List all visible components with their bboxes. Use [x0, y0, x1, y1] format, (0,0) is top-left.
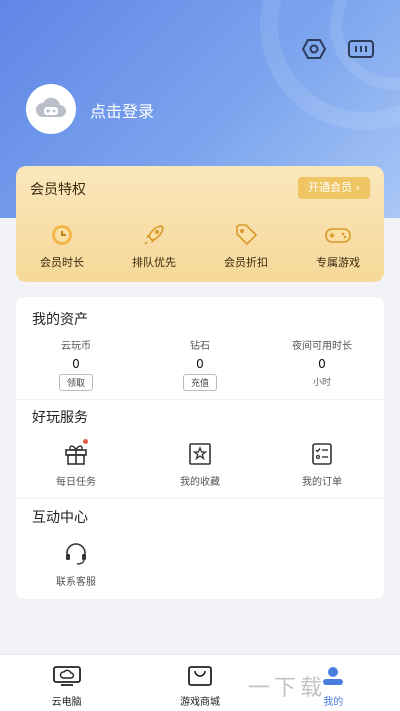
service-label: 联系客服 [56, 577, 96, 588]
gift-icon [65, 445, 87, 465]
divider [16, 399, 384, 400]
daily-task-button[interactable]: 每日任务 [26, 439, 126, 488]
asset-diamonds: 钻石 0 充值 [150, 337, 250, 391]
customer-service-button[interactable]: 联系客服 [26, 541, 126, 588]
service-label: 我的收藏 [180, 477, 220, 488]
assets-title: 我的资产 [32, 312, 88, 328]
open-vip-button[interactable]: 开通会员 › [298, 177, 370, 199]
vip-item-games[interactable]: 专属游戏 [292, 222, 384, 270]
services-title: 好玩服务 [32, 410, 88, 426]
tab-label: 游戏商城 [179, 697, 220, 708]
shop-icon [188, 666, 212, 686]
asset-unit: 小时 [312, 378, 331, 388]
vip-privilege-card: 会员特权 开通会员 › 会员时长 排队优先 会员折扣 专属游戏 [16, 166, 384, 282]
vip-item-label: 专属游戏 [316, 256, 360, 269]
service-label: 我的订单 [302, 477, 342, 488]
vip-title: 会员特权 [30, 182, 86, 198]
vip-item-label: 排队优先 [132, 256, 176, 269]
vip-item-discount[interactable]: 会员折扣 [200, 222, 292, 270]
avatar[interactable] [26, 84, 76, 134]
open-vip-label: 开通会员 [308, 181, 353, 194]
asset-night-time: 夜间可用时长 0 小时 [272, 337, 372, 388]
tab-label: 我的 [323, 697, 344, 708]
tab-cloud-pc[interactable]: 云电脑 [0, 655, 133, 711]
recharge-button[interactable]: 充值 [182, 374, 217, 391]
bottom-tab-bar: 云电脑 游戏商城 我的 [0, 654, 400, 711]
main-panel: 我的资产 云玩币 0 领取 钻石 0 充值 夜间可用时长 0 小时 好玩服务 每… [16, 297, 384, 599]
tab-label: 云电脑 [51, 697, 82, 708]
vip-item-queue[interactable]: 排队优先 [108, 222, 200, 270]
vip-item-duration[interactable]: 会员时长 [16, 222, 108, 270]
asset-coins: 云玩币 0 领取 [26, 337, 126, 391]
interaction-title: 互动中心 [32, 510, 88, 526]
tag-icon [236, 224, 258, 246]
asset-value: 0 [318, 357, 326, 371]
asset-label: 云玩币 [61, 341, 91, 352]
claim-button[interactable]: 领取 [58, 374, 93, 391]
vip-item-label: 会员折扣 [224, 256, 268, 269]
favorites-button[interactable]: 我的收藏 [150, 441, 250, 488]
watermark: 一下载 [248, 676, 327, 701]
star-icon [189, 443, 211, 465]
clock-icon [52, 225, 72, 245]
gamepad-icon [325, 228, 351, 243]
rocket-icon [144, 225, 164, 245]
service-label: 每日任务 [56, 477, 96, 488]
settings-icon[interactable] [300, 36, 328, 62]
asset-label: 钻石 [190, 341, 210, 352]
message-icon[interactable] [347, 36, 375, 62]
notification-dot [83, 439, 88, 444]
cloud-pc-icon [52, 666, 81, 686]
chevron-right-icon: › [355, 181, 360, 194]
divider [16, 498, 384, 499]
tab-game-store[interactable]: 游戏商城 [133, 655, 266, 711]
asset-value: 0 [196, 357, 204, 371]
orders-button[interactable]: 我的订单 [272, 441, 372, 488]
login-link[interactable]: 点击登录 [90, 98, 154, 122]
vip-item-label: 会员时长 [40, 256, 84, 269]
asset-value: 0 [72, 357, 80, 371]
headset-icon [66, 543, 86, 565]
asset-label: 夜间可用时长 [292, 341, 352, 352]
order-icon [312, 443, 332, 465]
